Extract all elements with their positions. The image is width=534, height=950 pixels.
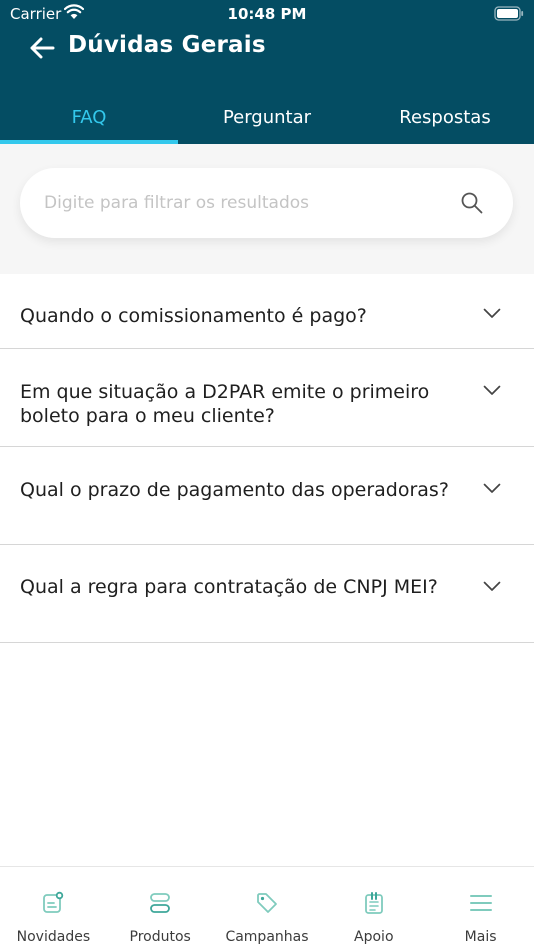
battery-icon bbox=[494, 6, 524, 21]
nav-item-novidades[interactable]: Novidades bbox=[0, 867, 107, 950]
search-box[interactable] bbox=[20, 168, 513, 238]
faq-item[interactable]: Qual a regra para contratação de CNPJ ME… bbox=[0, 545, 534, 643]
tab-respostas[interactable]: Respostas bbox=[356, 90, 534, 144]
nav-item-produtos[interactable]: Produtos bbox=[107, 867, 214, 950]
nav-label: Produtos bbox=[129, 929, 191, 945]
status-time: 10:48 PM bbox=[227, 5, 307, 23]
faq-list: Quando o comissionamento é pago? Em que … bbox=[0, 274, 534, 643]
search-input[interactable] bbox=[44, 168, 444, 238]
faq-question: Qual o prazo de pagamento das operadoras… bbox=[20, 479, 449, 501]
nav-label: Apoio bbox=[354, 929, 394, 945]
chevron-down-icon[interactable] bbox=[483, 385, 501, 396]
products-icon bbox=[150, 893, 171, 913]
faq-item[interactable]: Em que situação a D2PAR emite o primeiro… bbox=[0, 349, 534, 447]
app-header: Carrier 10:48 PM Dúvidas Gerais FAQ Perg… bbox=[0, 0, 534, 144]
search-area bbox=[0, 144, 534, 274]
bottom-nav: Novidades Produtos Campanhas Apoio Mais bbox=[0, 866, 534, 950]
chevron-down-icon[interactable] bbox=[483, 581, 501, 592]
tag-icon bbox=[257, 893, 277, 913]
faq-question: Quando o comissionamento é pago? bbox=[20, 305, 367, 327]
faq-question: Em que situação a D2PAR emite o primeiro… bbox=[20, 381, 430, 427]
arrow-left-icon bbox=[30, 37, 55, 59]
tab-perguntar[interactable]: Perguntar bbox=[178, 90, 356, 144]
tab-faq[interactable]: FAQ bbox=[0, 90, 178, 144]
nav-item-mais[interactable]: Mais bbox=[427, 867, 534, 950]
news-icon bbox=[43, 891, 64, 913]
nav-label: Novidades bbox=[16, 929, 91, 945]
clipboard-icon bbox=[364, 892, 383, 914]
back-button[interactable] bbox=[24, 30, 60, 66]
search-icon[interactable] bbox=[460, 191, 484, 215]
faq-item[interactable]: Qual o prazo de pagamento das operadoras… bbox=[0, 447, 534, 545]
faq-item[interactable]: Quando o comissionamento é pago? bbox=[0, 274, 534, 349]
tab-bar: FAQ Perguntar Respostas bbox=[0, 90, 534, 144]
menu-icon bbox=[469, 895, 492, 911]
status-bar: Carrier 10:48 PM bbox=[0, 0, 534, 28]
nav-label: Mais bbox=[464, 929, 497, 945]
faq-question: Qual a regra para contratação de CNPJ ME… bbox=[20, 576, 438, 598]
nav-item-campanhas[interactable]: Campanhas bbox=[214, 867, 321, 950]
nav-label: Campanhas bbox=[225, 929, 309, 945]
chevron-down-icon[interactable] bbox=[483, 483, 501, 494]
page-title: Dúvidas Gerais bbox=[68, 32, 266, 58]
chevron-down-icon[interactable] bbox=[483, 308, 501, 319]
nav-item-apoio[interactable]: Apoio bbox=[320, 867, 427, 950]
